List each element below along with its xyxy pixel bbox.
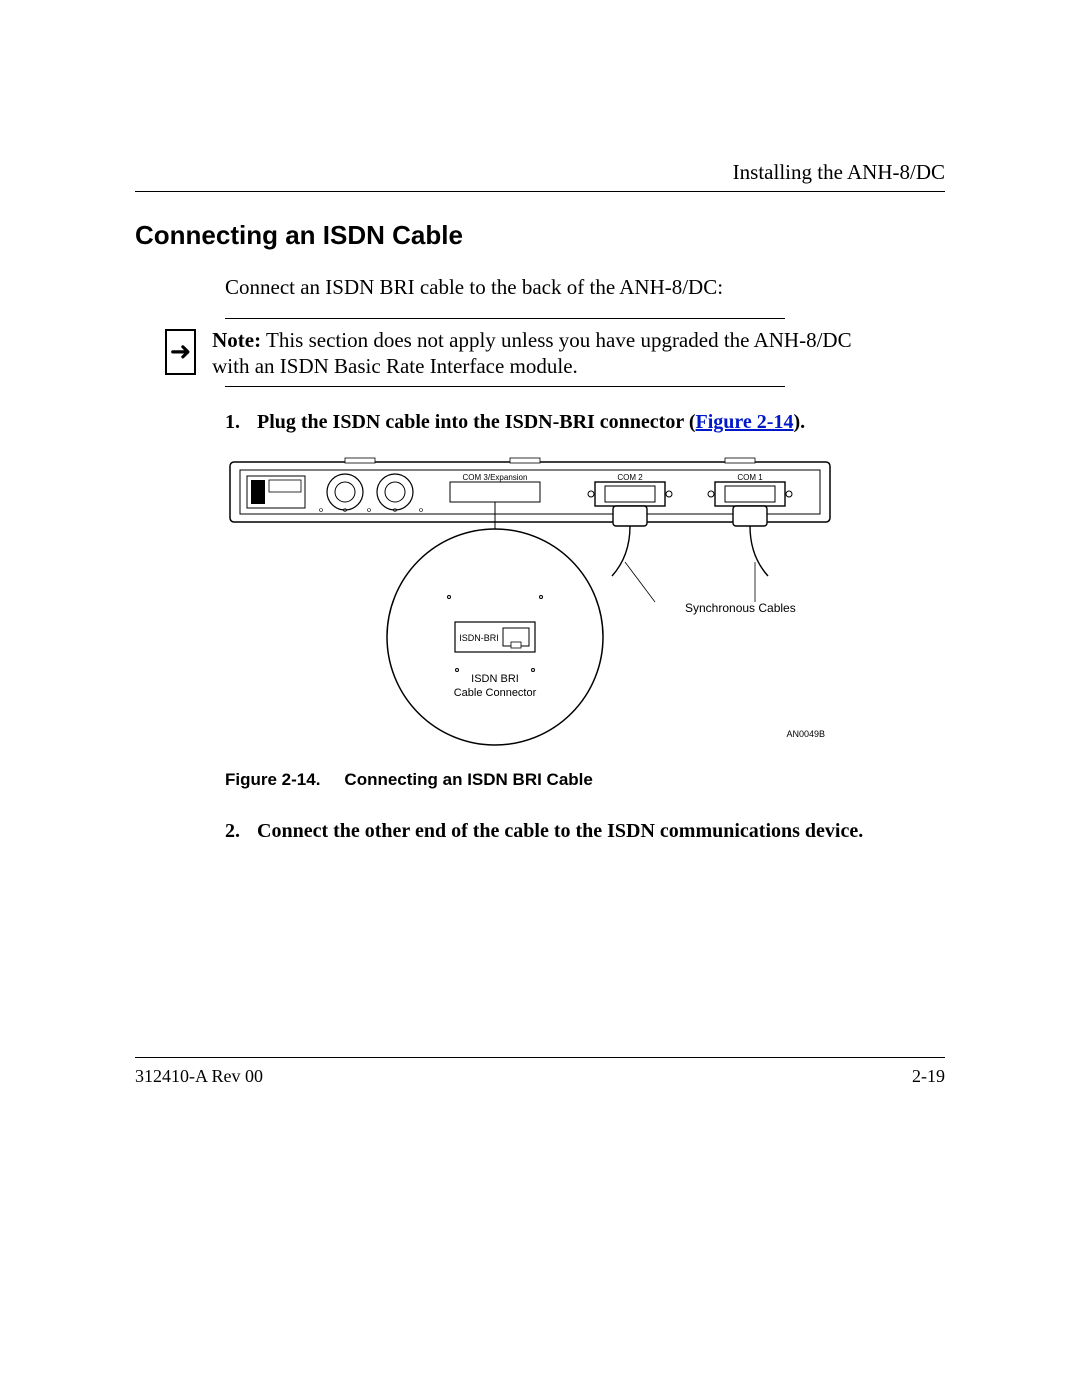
figure-2-14: COM 3/Expansion COM 2 COM 1 <box>225 452 945 790</box>
label-com3: COM 3/Expansion <box>463 473 528 482</box>
footer-rule <box>135 1057 945 1058</box>
step-1-text-b: ). <box>793 411 805 433</box>
step-2-text: Connect the other end of the cable to th… <box>257 820 863 843</box>
label-isdn-connector-l1: ISDN BRI <box>471 673 519 685</box>
label-com2: COM 2 <box>617 473 643 482</box>
footer-page-number: 2-19 <box>912 1066 945 1087</box>
figure-caption-title: Connecting an ISDN BRI Cable <box>344 770 592 789</box>
label-isdn-bri-port: ISDN-BRI <box>459 633 499 643</box>
note-label: Note: <box>212 328 261 352</box>
note-text: Note: This section does not apply unless… <box>212 327 865 380</box>
step-2: 2. Connect the other end of the cable to… <box>225 820 945 843</box>
header-rule <box>135 191 945 192</box>
note-top-rule <box>225 318 785 319</box>
figure-art-id: AN0049B <box>786 729 825 739</box>
section-title: Connecting an ISDN Cable <box>135 220 945 251</box>
figure-ref-link[interactable]: Figure 2-14 <box>696 411 794 433</box>
note-arrow-icon: ➜ <box>165 329 196 375</box>
page-footer: 312410-A Rev 00 2-19 <box>135 1057 945 1087</box>
step-1-number: 1. <box>225 411 247 434</box>
footer-doc-id: 312410-A Rev 00 <box>135 1066 263 1087</box>
running-header: Installing the ANH-8/DC <box>135 160 945 185</box>
step-1-text-a: Plug the ISDN cable into the ISDN-BRI co… <box>257 411 696 433</box>
note-bottom-rule <box>225 386 785 387</box>
label-sync-cables: Synchronous Cables <box>685 601 796 615</box>
figure-caption: Figure 2-14. Connecting an ISDN BRI Cable <box>225 770 945 790</box>
step-2-number: 2. <box>225 820 247 843</box>
intro-paragraph: Connect an ISDN BRI cable to the back of… <box>225 275 945 300</box>
note-body: This section does not apply unless you h… <box>212 328 851 378</box>
figure-svg: COM 3/Expansion COM 2 COM 1 <box>225 452 845 752</box>
label-com1: COM 1 <box>737 473 763 482</box>
figure-caption-number: Figure 2-14. <box>225 770 320 789</box>
label-isdn-connector-l2: Cable Connector <box>454 687 537 699</box>
step-1: 1. Plug the ISDN cable into the ISDN-BRI… <box>225 411 945 434</box>
